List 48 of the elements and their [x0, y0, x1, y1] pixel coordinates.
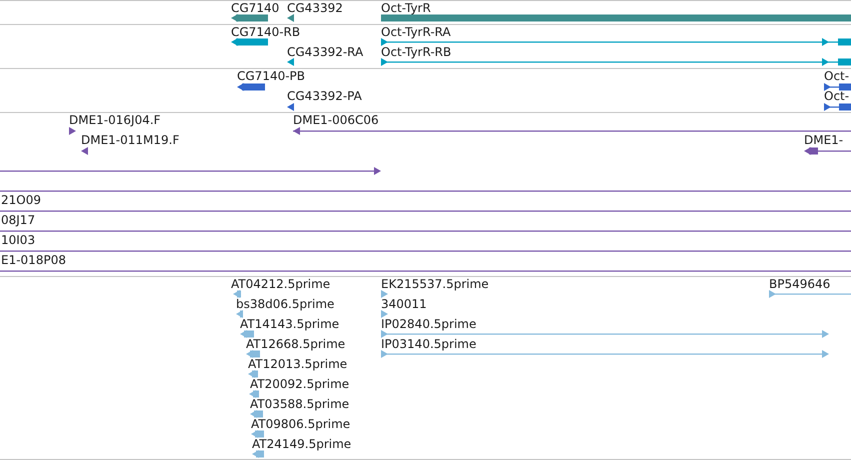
- feature-glyph[interactable]: [293, 127, 851, 135]
- feature-label: Oct-TyrR-RA: [381, 25, 451, 39]
- feature-glyph[interactable]: [287, 58, 294, 66]
- feature-label: IP02840.5prime: [381, 317, 476, 331]
- feature-label: AT09806.5prime: [251, 417, 350, 431]
- feature-label: 340011: [381, 297, 427, 311]
- feature-glyph[interactable]: [69, 127, 76, 135]
- feature-label: AT12668.5prime: [246, 337, 346, 351]
- feature-glyph[interactable]: [237, 83, 265, 91]
- feature-label: CG7140-RB: [231, 25, 300, 39]
- feature-label: CG43392: [287, 1, 343, 15]
- feature-label: AT03588.5prime: [250, 397, 350, 411]
- feature-glyph[interactable]: [824, 83, 851, 91]
- feature-label: 21O09: [1, 193, 41, 207]
- feature-label: CG43392-PA: [287, 89, 362, 103]
- feature-glyph[interactable]: [231, 14, 268, 22]
- feature-glyph[interactable]: [0, 167, 381, 175]
- feature-label: AT04212.5prime: [231, 277, 330, 291]
- feature-label: Oct-: [824, 89, 850, 103]
- feature-label: E1-018P08: [1, 253, 66, 267]
- feature-glyph[interactable]: [381, 58, 851, 66]
- feature-glyph[interactable]: [231, 38, 268, 46]
- feature-glyph[interactable]: [81, 147, 88, 155]
- feature-label: IP03140.5prime: [381, 337, 476, 351]
- feature-label: 10I03: [1, 233, 36, 247]
- feature-label: Oct-TyrR-RB: [381, 45, 452, 59]
- feature-label: EK215537.5prime: [381, 277, 489, 291]
- feature-glyph[interactable]: [287, 103, 294, 111]
- feature-label: AT20092.5prime: [250, 377, 350, 391]
- feature-glyph[interactable]: [287, 14, 294, 22]
- feature-label: DME1-016J04.F: [69, 113, 161, 127]
- feature-label: CG7140: [231, 1, 280, 15]
- feature-label: DME1-011M19.F: [81, 133, 180, 147]
- feature-label: AT14143.5prime: [240, 317, 340, 331]
- feature-label: DME1-006C06: [293, 113, 379, 127]
- feature-label: bs38d06.5prime: [236, 297, 334, 311]
- feature-label: CG7140-PB: [237, 69, 306, 83]
- feature-glyph[interactable]: [824, 103, 851, 111]
- feature-glyph[interactable]: [381, 38, 851, 46]
- feature-label: AT12013.5prime: [248, 357, 348, 371]
- feature-label: Oct-: [824, 69, 850, 83]
- feature-label: DME1-: [804, 133, 844, 147]
- feature-label: 08J17: [1, 213, 36, 227]
- feature-glyph[interactable]: [804, 147, 851, 155]
- feature-label: AT24149.5prime: [252, 437, 352, 451]
- feature-label: BP549646: [769, 277, 830, 291]
- feature-label: Oct-TyrR: [381, 1, 431, 15]
- feature-label: CG43392-RA: [287, 45, 364, 59]
